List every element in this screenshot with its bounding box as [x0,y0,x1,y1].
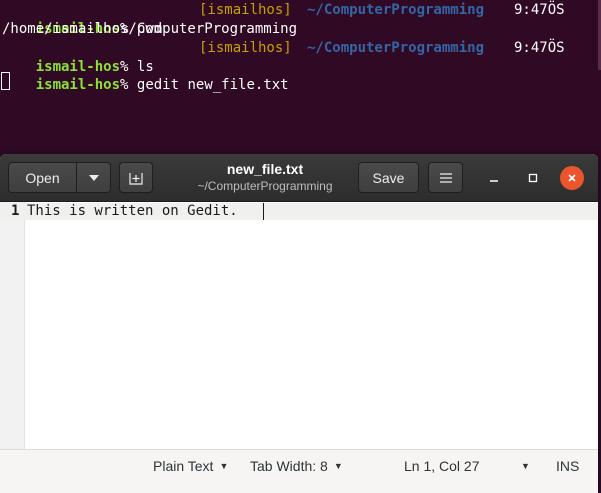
terminal-cursor [1,72,10,90]
prompt-bracket: [ismailhos] [199,40,292,56]
chevron-down-icon [88,174,99,181]
language-selector[interactable]: Plain Text ▼ [153,457,228,475]
hamburger-icon [439,172,452,183]
tab-width-selector[interactable]: Tab Width: 8 ▼ [250,457,343,475]
text-editor[interactable]: 1 This is written on Gedit. [0,202,598,449]
save-button[interactable]: Save [358,162,419,193]
close-icon [568,174,576,182]
chevron-down-icon: ▼ [521,461,530,471]
new-tab-button[interactable] [119,162,153,193]
terminal-output: /home/ismailhos/ComputerProgramming [2,21,298,37]
header-bar[interactable]: Open new_file.txt ~/ComputerProgramming … [0,154,598,202]
prompt-time: 9:47ÖS [514,2,565,18]
maximize-icon [528,173,538,183]
status-bar: Plain Text ▼ Tab Width: 8 ▼ Ln 1, Col 27… [0,449,598,493]
close-button[interactable] [560,166,584,190]
language-label: Plain Text [153,458,214,474]
text-cursor [263,203,264,220]
prompt-symbol: % [120,77,129,93]
cursor-position: Ln 1, Col 27 [404,457,480,475]
position-menu-button[interactable]: ▼ [515,457,530,475]
terminal-line: ismail-hos% ls [2,39,154,75]
minimize-button[interactable] [482,166,506,190]
window-title-block: new_file.txt ~/ComputerProgramming [180,161,350,194]
terminal-line: ismail-hos% pwd [2,1,162,37]
prompt-directory: ~/ComputerProgramming [307,40,485,56]
new-tab-icon [129,172,143,185]
cursor-position-label: Ln 1, Col 27 [404,458,480,474]
insert-mode-indicator[interactable]: INS [556,457,579,475]
editor-line-text[interactable]: This is written on Gedit. [27,203,238,220]
window-subtitle: ~/ComputerProgramming [197,179,333,193]
minimize-icon [490,180,498,182]
maximize-button[interactable] [521,166,545,190]
window-title: new_file.txt [226,161,304,177]
prompt-bracket: [ismailhos] [199,2,292,18]
gedit-window[interactable]: Open new_file.txt ~/ComputerProgramming … [0,154,598,493]
prompt-time: 9:47ÖS [514,40,565,56]
main-menu-button[interactable] [428,162,463,193]
chevron-down-icon: ▼ [219,461,229,471]
line-number: 1 [11,203,20,219]
terminal-line: ismail-hos% gedit new_file.txt [2,57,289,93]
terminal-command: gedit new_file.txt [136,77,289,93]
open-menu-button[interactable] [76,162,111,193]
chevron-down-icon: ▼ [333,461,343,471]
insert-mode-label: INS [556,458,580,474]
line-number-gutter [0,202,25,449]
prompt-user: ismail-hos [35,77,121,93]
open-button[interactable]: Open [8,162,77,193]
tab-width-label: Tab Width: 8 [250,458,328,474]
prompt-directory: ~/ComputerProgramming [307,2,485,18]
